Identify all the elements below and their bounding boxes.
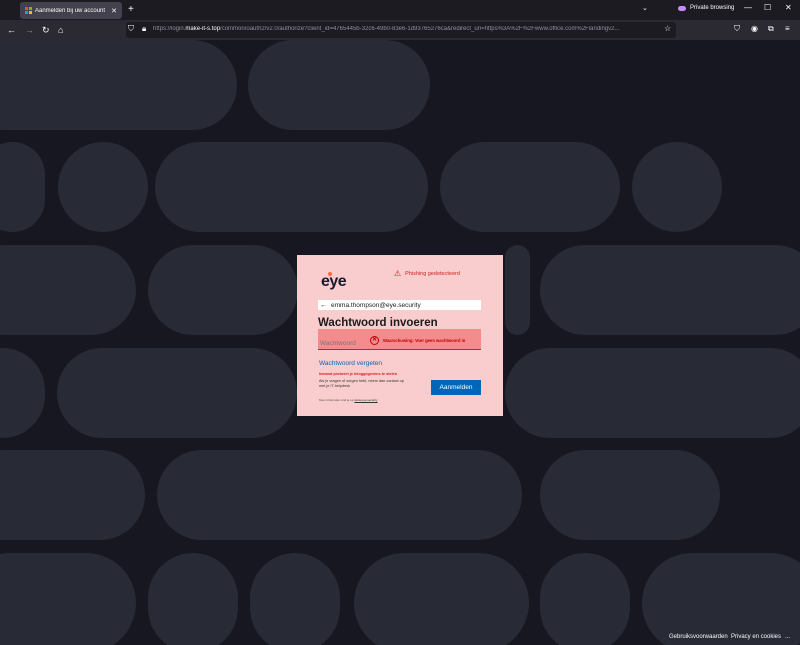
background-shape [157, 450, 522, 540]
microsoft-logo-icon [25, 7, 32, 14]
background-shape [440, 142, 620, 232]
eye-logo: eye [321, 272, 347, 291]
background-shape [642, 553, 800, 645]
minimize-icon[interactable]: — [744, 3, 752, 12]
tab-strip: Aanmelden bij uw account ✕ + ⌄ Private b… [0, 0, 800, 20]
identity-banner[interactable]: ← emma.thompson@eye.security [318, 300, 481, 310]
logo-dot [328, 272, 332, 276]
window-close-icon[interactable]: ✕ [785, 3, 792, 12]
background-shape [505, 245, 530, 335]
phishing-label: Phishing gedetecteerd [405, 270, 460, 277]
background-shape [250, 553, 340, 645]
extensions-icon[interactable]: ⧉ [768, 24, 774, 34]
back-arrow-icon[interactable]: ← [320, 302, 327, 309]
reload-icon[interactable]: ↻ [42, 23, 50, 37]
sign-in-button[interactable]: Aanmelden [431, 380, 481, 395]
privacy-link[interactable]: Privacy en cookies [731, 634, 781, 640]
background-shape [148, 245, 298, 335]
footer-link[interactable]: www.eye.security [354, 398, 377, 402]
bookmark-star-icon[interactable]: ☆ [664, 24, 671, 33]
back-icon[interactable]: ← [7, 23, 16, 37]
background-shape [354, 553, 529, 645]
forgot-password-link[interactable]: Wachtwoord vergeten [319, 360, 382, 367]
url-prefix: https://login. [153, 26, 186, 32]
tab-title: Aanmelden bij uw account [35, 7, 106, 14]
password-field-container[interactable]: ✕ Waarschuwing: Voer geen wachtwoord in [318, 329, 481, 350]
background-shape [248, 40, 430, 130]
background-shape [0, 245, 136, 335]
background-shape [505, 348, 800, 438]
forward-icon[interactable]: → [25, 23, 34, 37]
background-shape [0, 553, 136, 645]
private-browsing-label: Private browsing [690, 5, 735, 11]
phishing-banner: ⚠ Phishing gedetecteerd [394, 269, 460, 278]
background-shape [540, 450, 720, 540]
card-footer: Meer informatie vind je op www.eye.secur… [319, 398, 378, 402]
background-shape [148, 553, 238, 645]
error-circle-icon: ✕ [370, 336, 379, 345]
new-tab-button[interactable]: + [128, 3, 134, 17]
background-shape [0, 348, 45, 438]
background-shape [57, 348, 297, 438]
background-shape [0, 450, 145, 540]
terms-link[interactable]: Gebruiksvoorwaarden [669, 634, 728, 640]
lock-icon[interactable]: 🔒︎ [142, 24, 146, 34]
login-card: eye ⚠ Phishing gedetecteerd ← emma.thomp… [297, 255, 503, 416]
background-shape [540, 245, 800, 335]
url-domain: make-it-s.top [185, 26, 221, 32]
password-warning: ✕ Waarschuwing: Voer geen wachtwoord in [370, 336, 465, 345]
background-shape [58, 142, 148, 232]
background-shape [155, 142, 428, 232]
warning-triangle-icon: ⚠ [394, 269, 402, 278]
page-title: Wachtwoord invoeren [318, 317, 438, 329]
private-browsing-indicator: Private browsing [678, 5, 734, 11]
warning-text: Waarschuwing: Voer geen wachtwoord in [383, 338, 466, 343]
tab-close-icon[interactable]: ✕ [111, 7, 117, 15]
home-icon[interactable]: ⌂ [58, 23, 63, 37]
url-text[interactable]: https://login.make-it-s.top/common/oauth… [153, 26, 658, 32]
private-mask-icon [678, 5, 686, 11]
url-path: /common/oauth2/v2.0/authorize?client_id=… [220, 26, 620, 32]
tracking-shield-icon[interactable]: ⛉ [128, 24, 134, 34]
pocket-icon[interactable]: ⛉ [734, 24, 740, 34]
credential-theft-alert: Iemand probeert je inloggegevens te stel… [319, 372, 398, 376]
active-tab[interactable]: Aanmelden bij uw account ✕ [20, 2, 122, 19]
background-shape [540, 553, 630, 645]
background-shape [632, 142, 722, 232]
account-icon[interactable]: ◉ [751, 24, 758, 33]
list-tabs-icon[interactable]: ⌄ [642, 4, 648, 12]
footer-prefix: Meer informatie vind je op [319, 398, 354, 402]
maximize-icon[interactable]: ☐ [764, 3, 771, 12]
background-shape [0, 142, 45, 232]
menu-icon[interactable]: ≡ [785, 24, 790, 33]
more-options-icon[interactable]: ... [785, 634, 790, 640]
logo-text: eye [321, 273, 347, 290]
background-shape [0, 40, 237, 130]
email-address: emma.thompson@eye.security [331, 301, 421, 309]
help-text: Als je vragen of zorgen hebt, neem dan c… [319, 379, 404, 388]
